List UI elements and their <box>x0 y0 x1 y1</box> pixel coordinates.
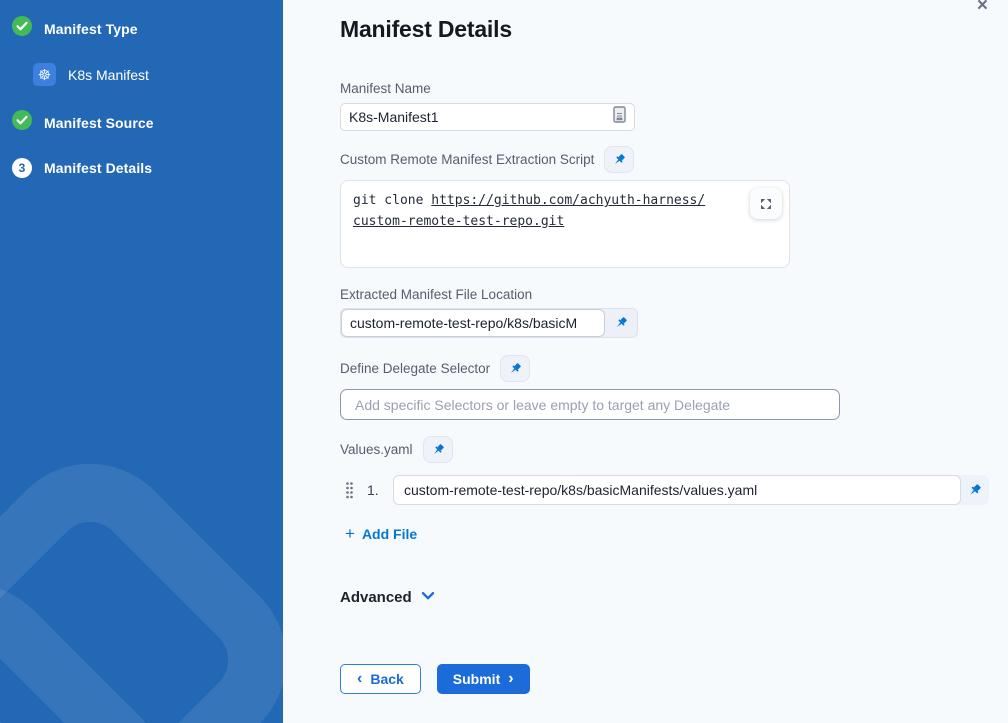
script-url-part1: https://github.com/achyuth-harness/ <box>431 193 705 208</box>
text-field-type-icon[interactable] <box>613 106 626 128</box>
extracted-location-label: Extracted Manifest File Location <box>340 287 995 302</box>
step-number-badge: 3 <box>12 158 32 178</box>
extraction-script-label: Custom Remote Manifest Extraction Script <box>340 152 594 167</box>
expand-editor-button[interactable] <box>750 188 782 219</box>
chevron-left-icon: ‹ <box>357 671 362 687</box>
back-button-label: Back <box>370 671 403 687</box>
manifest-name-label: Manifest Name <box>340 81 995 96</box>
sidebar-step-manifest-source[interactable]: Manifest Source <box>12 110 271 135</box>
pin-icon <box>967 483 982 498</box>
row-index: 1. <box>367 482 393 498</box>
values-yaml-label: Values.yaml <box>340 442 413 457</box>
sidebar-step-manifest-details[interactable]: 3 Manifest Details <box>12 158 271 178</box>
values-yaml-row: 1. <box>340 475 995 505</box>
advanced-section-toggle[interactable]: Advanced <box>340 588 995 606</box>
script-url-part2: custom-remote-test-repo.git <box>353 214 564 229</box>
sidebar-item-k8s-manifest[interactable]: ☸ K8s Manifest <box>33 63 271 86</box>
manifest-name-field-wrap <box>340 103 635 131</box>
check-circle-icon <box>12 16 32 41</box>
advanced-label: Advanced <box>340 589 412 606</box>
back-button[interactable]: ‹ Back <box>340 664 421 694</box>
pin-icon <box>614 316 628 330</box>
manifest-name-input[interactable] <box>349 109 613 125</box>
values-path-field-wrap <box>393 475 989 505</box>
step-label: Manifest Source <box>44 115 154 131</box>
close-icon[interactable]: × <box>977 0 988 15</box>
kubernetes-icon: ☸ <box>33 63 56 86</box>
values-path-input[interactable] <box>393 475 961 505</box>
script-command: git clone <box>353 193 431 208</box>
sidebar-step-manifest-type[interactable]: Manifest Type <box>12 16 271 41</box>
runtime-input-pin-button[interactable] <box>423 436 453 463</box>
manifest-details-panel: × Manifest Details Manifest Name Custom … <box>283 0 1008 723</box>
pin-icon <box>612 153 626 167</box>
expand-icon <box>759 197 773 211</box>
add-file-button[interactable]: + Add File <box>345 525 417 542</box>
delegate-selector-label: Define Delegate Selector <box>340 361 490 376</box>
wizard-sidebar: Manifest Type ☸ K8s Manifest Manifest So… <box>0 0 283 723</box>
step-label: Manifest Type <box>44 21 138 37</box>
submit-button[interactable]: Submit › <box>437 664 530 694</box>
wizard-footer: ‹ Back Submit › <box>340 664 995 694</box>
extracted-location-input[interactable] <box>341 309 605 337</box>
runtime-input-pin-button[interactable] <box>500 355 530 382</box>
plus-icon: + <box>345 525 355 542</box>
extraction-script-editor[interactable]: git clone https://github.com/achyuth-har… <box>340 180 790 268</box>
chevron-down-icon <box>421 588 435 606</box>
delegate-selector-input[interactable] <box>340 389 840 420</box>
step-label: Manifest Details <box>44 160 152 176</box>
substep-label: K8s Manifest <box>68 67 149 83</box>
drag-handle-icon[interactable] <box>345 481 355 499</box>
add-file-label: Add File <box>362 526 417 542</box>
runtime-input-pin-button[interactable] <box>604 146 634 173</box>
submit-button-label: Submit <box>453 671 500 687</box>
pin-icon <box>508 362 522 376</box>
pin-icon <box>431 443 445 457</box>
runtime-input-pin-button[interactable] <box>605 316 637 330</box>
page-title: Manifest Details <box>340 16 995 43</box>
extracted-location-field-wrap <box>340 308 638 338</box>
check-circle-icon <box>12 110 32 135</box>
chevron-right-icon: › <box>508 671 513 687</box>
runtime-input-pin-button[interactable] <box>961 483 987 498</box>
